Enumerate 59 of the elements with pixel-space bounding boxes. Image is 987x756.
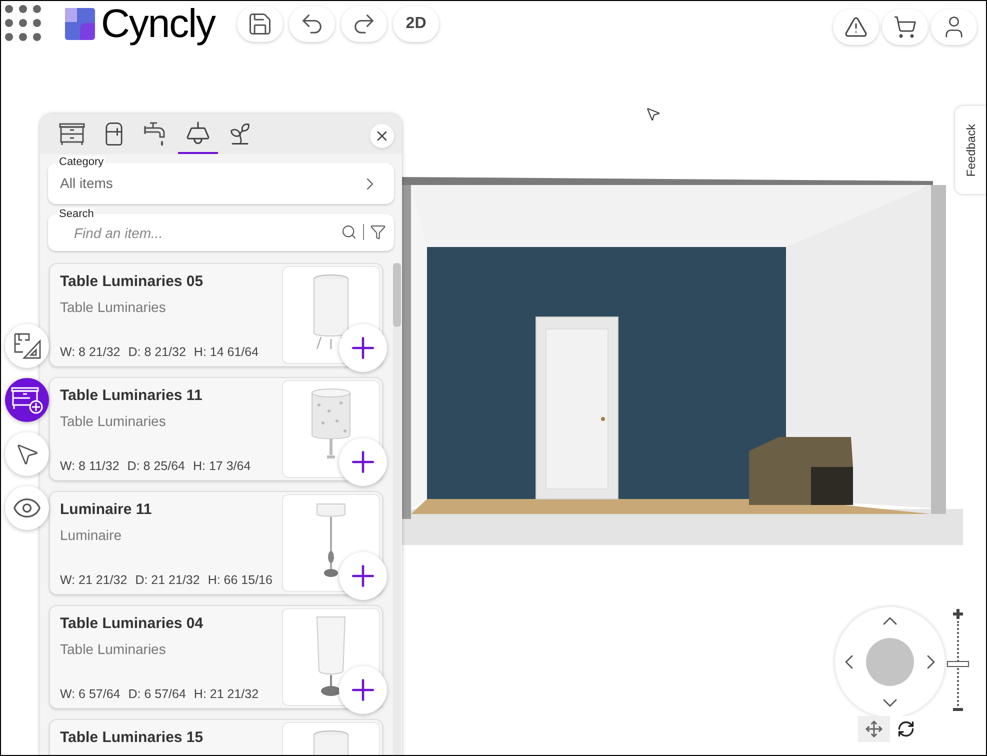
zoom-slider[interactable] <box>947 621 969 706</box>
item-name: Table Luminaries 11 <box>60 387 204 405</box>
item-name: Luminaire 11 <box>60 501 153 519</box>
filter-icon[interactable] <box>370 224 386 240</box>
item-dimension: W: 21 21/32 <box>60 572 128 590</box>
undo-button[interactable] <box>289 6 336 42</box>
item-category: Luminaire <box>60 526 122 545</box>
item-name: Table Luminaries 05 <box>60 273 204 291</box>
item-name: Table Luminaries 04 <box>60 615 204 633</box>
add-item-button[interactable] <box>339 666 387 714</box>
dresser-icon <box>58 122 86 146</box>
cart-button[interactable] <box>882 9 928 45</box>
logo-icon <box>65 8 95 40</box>
catalog-item-card[interactable]: Table Luminaries 15 <box>49 719 383 755</box>
item-dimension: W: 8 21/32 <box>60 344 120 362</box>
tool-button[interactable] <box>5 324 49 368</box>
warning-icon <box>844 15 868 39</box>
move-icon <box>865 720 883 738</box>
item-dimension: H: 66 15/16 <box>208 572 272 590</box>
item-category: Table Luminaries <box>60 640 167 659</box>
item-dimension: W: 6 57/64 <box>60 686 120 704</box>
redo-button[interactable] <box>341 6 388 42</box>
tool-button[interactable] <box>5 432 49 476</box>
item-name: Table Luminaries 15 <box>60 729 204 747</box>
add-item-button[interactable] <box>339 552 387 600</box>
brand-logo: Cyncly <box>101 4 216 44</box>
item-category: Table Luminaries <box>60 412 167 431</box>
item-dimension: W: 8 11/32 <box>60 458 120 476</box>
field-label: Category <box>58 156 105 169</box>
scrollbar[interactable] <box>393 263 401 755</box>
app-grid-icon[interactable] <box>4 4 44 44</box>
floor-plan-icon <box>12 331 42 361</box>
zoom-in-icon[interactable] <box>953 609 963 619</box>
cart-icon <box>893 15 917 39</box>
item-dimension: D: 8 21/32 <box>128 344 186 362</box>
add-furniture-icon <box>10 385 44 415</box>
rotate-icon <box>897 720 915 738</box>
warning-button[interactable] <box>833 9 879 45</box>
item-dimension: D: 21 21/32 <box>135 572 200 590</box>
item-dimension: D: 6 57/64 <box>128 686 186 704</box>
save-icon <box>247 10 274 36</box>
search-icon[interactable] <box>341 224 357 240</box>
view-mode-button[interactable]: 2D <box>393 6 440 42</box>
item-dimension: H: 14 61/64 <box>194 344 259 362</box>
tool-button[interactable] <box>5 486 49 530</box>
zoom-thumb[interactable] <box>947 660 969 666</box>
user-button[interactable] <box>931 9 977 45</box>
item-dimension: D: 8 25/64 <box>127 458 185 476</box>
add-item-button[interactable] <box>339 324 387 372</box>
item-dimension: H: 21 21/32 <box>194 686 259 704</box>
item-category: Table Luminaries <box>60 298 167 317</box>
feedback-tab[interactable]: Feedback <box>955 106 986 194</box>
tool-button[interactable] <box>5 378 49 422</box>
mouse-cursor-icon <box>645 106 661 122</box>
pan-mode-button[interactable] <box>858 716 890 742</box>
item-dimension: H: 17 3/64 <box>192 458 251 476</box>
add-item-button[interactable] <box>339 438 387 486</box>
close-button[interactable] <box>370 124 394 148</box>
save-button[interactable] <box>237 6 284 42</box>
